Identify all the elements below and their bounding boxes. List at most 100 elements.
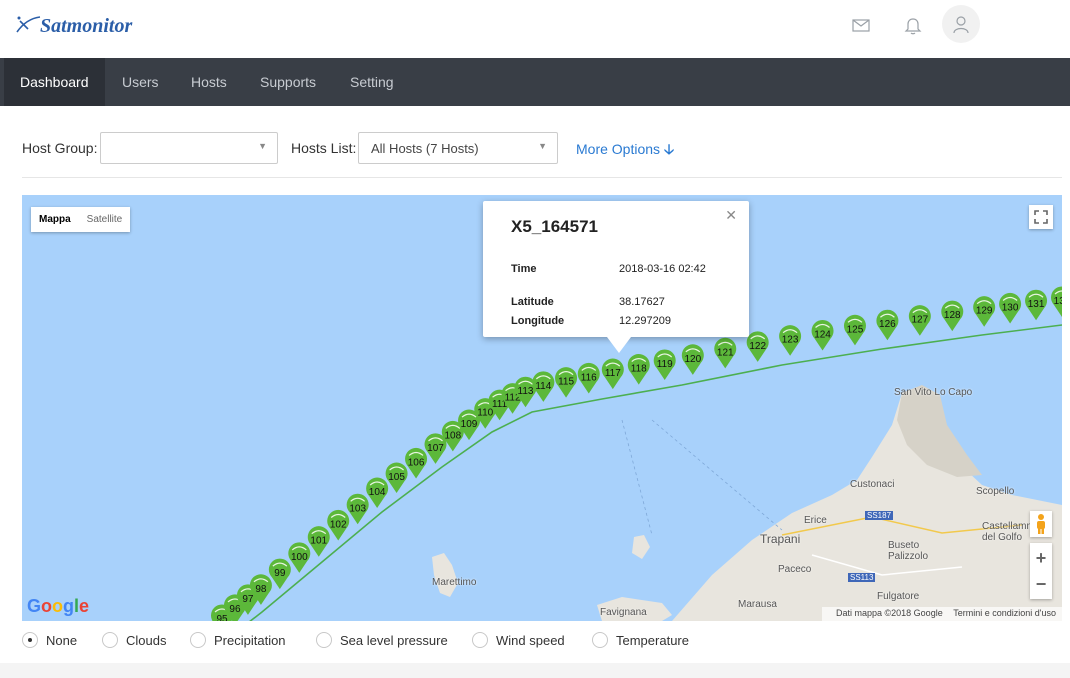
layer-radio-clouds[interactable]: Clouds: [102, 629, 166, 651]
track-marker-100[interactable]: 100: [288, 542, 311, 573]
nav-users[interactable]: Users: [106, 58, 175, 106]
layer-radio-wind-speed[interactable]: Wind speed: [472, 629, 565, 651]
zoom-out-button[interactable]: −: [1030, 571, 1052, 597]
radio-icon: [190, 632, 206, 648]
track-marker-125[interactable]: 125: [843, 314, 866, 346]
marker-number-label: 132: [1054, 296, 1062, 307]
layer-radio-sea-level-pressure[interactable]: Sea level pressure: [316, 629, 448, 651]
fullscreen-button[interactable]: [1029, 205, 1053, 229]
marker-number-label: 105: [388, 472, 405, 483]
track-marker-119[interactable]: 119: [653, 349, 676, 381]
radio-icon: [102, 632, 118, 648]
marker-info-window: X5_164571 ✕ Time 2018-03-16 02:42 Latitu…: [483, 201, 749, 353]
track-marker-120[interactable]: 120: [681, 344, 704, 375]
map-view[interactable]: 95 96 97 98 99 100 101 102 103 104 105 106 107 108 109…: [22, 195, 1062, 621]
place-label: Erice: [804, 515, 827, 526]
track-marker-126[interactable]: 126: [876, 309, 899, 341]
place-label: San Vito Lo Capo: [894, 387, 973, 398]
radio-icon: [472, 632, 488, 648]
bell-icon[interactable]: [902, 14, 924, 36]
marker-number-label: 107: [427, 443, 444, 454]
marker-number-label: 121: [717, 347, 734, 358]
user-avatar[interactable]: [942, 5, 980, 43]
track-marker-115[interactable]: 115: [555, 367, 578, 398]
track-marker-116[interactable]: 116: [577, 362, 600, 394]
close-icon[interactable]: ✕: [725, 207, 737, 224]
place-label: Marettimo: [432, 577, 477, 588]
mail-icon[interactable]: [850, 14, 872, 36]
pegman-icon: [1037, 514, 1045, 534]
track-marker-106[interactable]: 106: [405, 447, 428, 479]
google-logo[interactable]: Google: [27, 596, 89, 617]
land-sicily: [672, 387, 1062, 621]
track-marker-127[interactable]: 127: [908, 305, 931, 336]
marker-number-label: 98: [255, 584, 267, 595]
map-type-satellite-button[interactable]: Satellite: [79, 207, 131, 232]
marker-number-label: 99: [274, 568, 286, 579]
marker-number-label: 127: [911, 315, 928, 326]
marker-number-label: 119: [657, 359, 673, 370]
marker-number-label: 122: [749, 341, 766, 352]
track-marker-117[interactable]: 117: [601, 358, 624, 390]
road-badge: SS187: [865, 511, 894, 520]
marker-number-label: 103: [349, 503, 366, 514]
zoom-control: + −: [1030, 543, 1052, 599]
track-marker-101[interactable]: 101: [307, 526, 330, 557]
marker-number-label: 117: [605, 368, 621, 379]
chevron-down-icon: ▼: [258, 141, 267, 151]
top-header: Satmonitor: [0, 0, 1070, 58]
marker-number-label: 104: [369, 487, 386, 498]
track-marker-107[interactable]: 107: [424, 433, 447, 464]
marker-number-label: 102: [330, 519, 347, 530]
host-group-select[interactable]: ▼: [100, 132, 278, 164]
marker-number-label: 100: [291, 552, 308, 563]
layer-radio-precipitation[interactable]: Precipitation: [190, 629, 286, 651]
place-label: Favignana: [600, 607, 647, 618]
chevron-down-icon: ▼: [538, 141, 547, 151]
track-marker-123[interactable]: 123: [779, 325, 802, 356]
track-marker-99[interactable]: 99: [268, 558, 291, 590]
layer-radio-temperature[interactable]: Temperature: [592, 629, 689, 651]
ferry-route: [651, 419, 783, 531]
track-marker-128[interactable]: 128: [941, 300, 964, 332]
hosts-list-select[interactable]: All Hosts (7 Hosts) ▼: [358, 132, 558, 164]
zoom-in-button[interactable]: +: [1030, 545, 1052, 571]
weather-layer-options: None Clouds Precipitation Sea level pres…: [22, 629, 922, 651]
track-marker-114[interactable]: 114: [532, 371, 555, 402]
track-marker-103[interactable]: 103: [346, 493, 369, 525]
track-marker-104[interactable]: 104: [366, 477, 389, 509]
nav-dashboard[interactable]: Dashboard: [4, 58, 105, 106]
satellite-logo-icon: [16, 16, 41, 33]
terms-link[interactable]: Termini e condizioni d'uso: [953, 608, 1056, 618]
track-marker-124[interactable]: 124: [811, 319, 834, 351]
nav-hosts[interactable]: Hosts: [175, 58, 243, 106]
layer-radio-none[interactable]: None: [22, 629, 77, 651]
map-type-control: Mappa Satellite: [31, 207, 131, 232]
track-marker-121[interactable]: 121: [714, 337, 737, 369]
track-marker-130[interactable]: 130: [999, 292, 1022, 324]
street-view-pegman[interactable]: [1030, 511, 1052, 537]
island-levanzo: [632, 535, 650, 559]
track-marker-122[interactable]: 122: [746, 331, 769, 362]
map-type-map-button[interactable]: Mappa: [31, 207, 79, 232]
marker-number-label: 114: [535, 381, 551, 392]
track-marker-129[interactable]: 129: [973, 296, 996, 327]
app-logo[interactable]: Satmonitor: [14, 12, 132, 40]
marker-number-label: 125: [847, 324, 864, 335]
fullscreen-icon: [1034, 210, 1048, 224]
place-label: Marausa: [738, 599, 777, 610]
track-marker-102[interactable]: 102: [327, 509, 350, 541]
nav-setting[interactable]: Setting: [334, 58, 410, 106]
nav-supports[interactable]: Supports: [244, 58, 332, 106]
marker-number-label: 108: [444, 430, 461, 441]
track-marker-132[interactable]: 132: [1051, 286, 1062, 317]
footer-band: [0, 663, 1070, 678]
track-marker-118[interactable]: 118: [627, 354, 650, 385]
marker-number-label: 131: [1028, 299, 1045, 310]
track-marker-105[interactable]: 105: [385, 462, 408, 494]
marker-number-label: 97: [242, 594, 254, 605]
track-marker-131[interactable]: 131: [1025, 289, 1048, 321]
place-label: Scopello: [976, 486, 1015, 497]
place-label: Buseto Palizzolo: [888, 540, 929, 562]
more-options-link[interactable]: More Options 🡣: [576, 139, 674, 163]
